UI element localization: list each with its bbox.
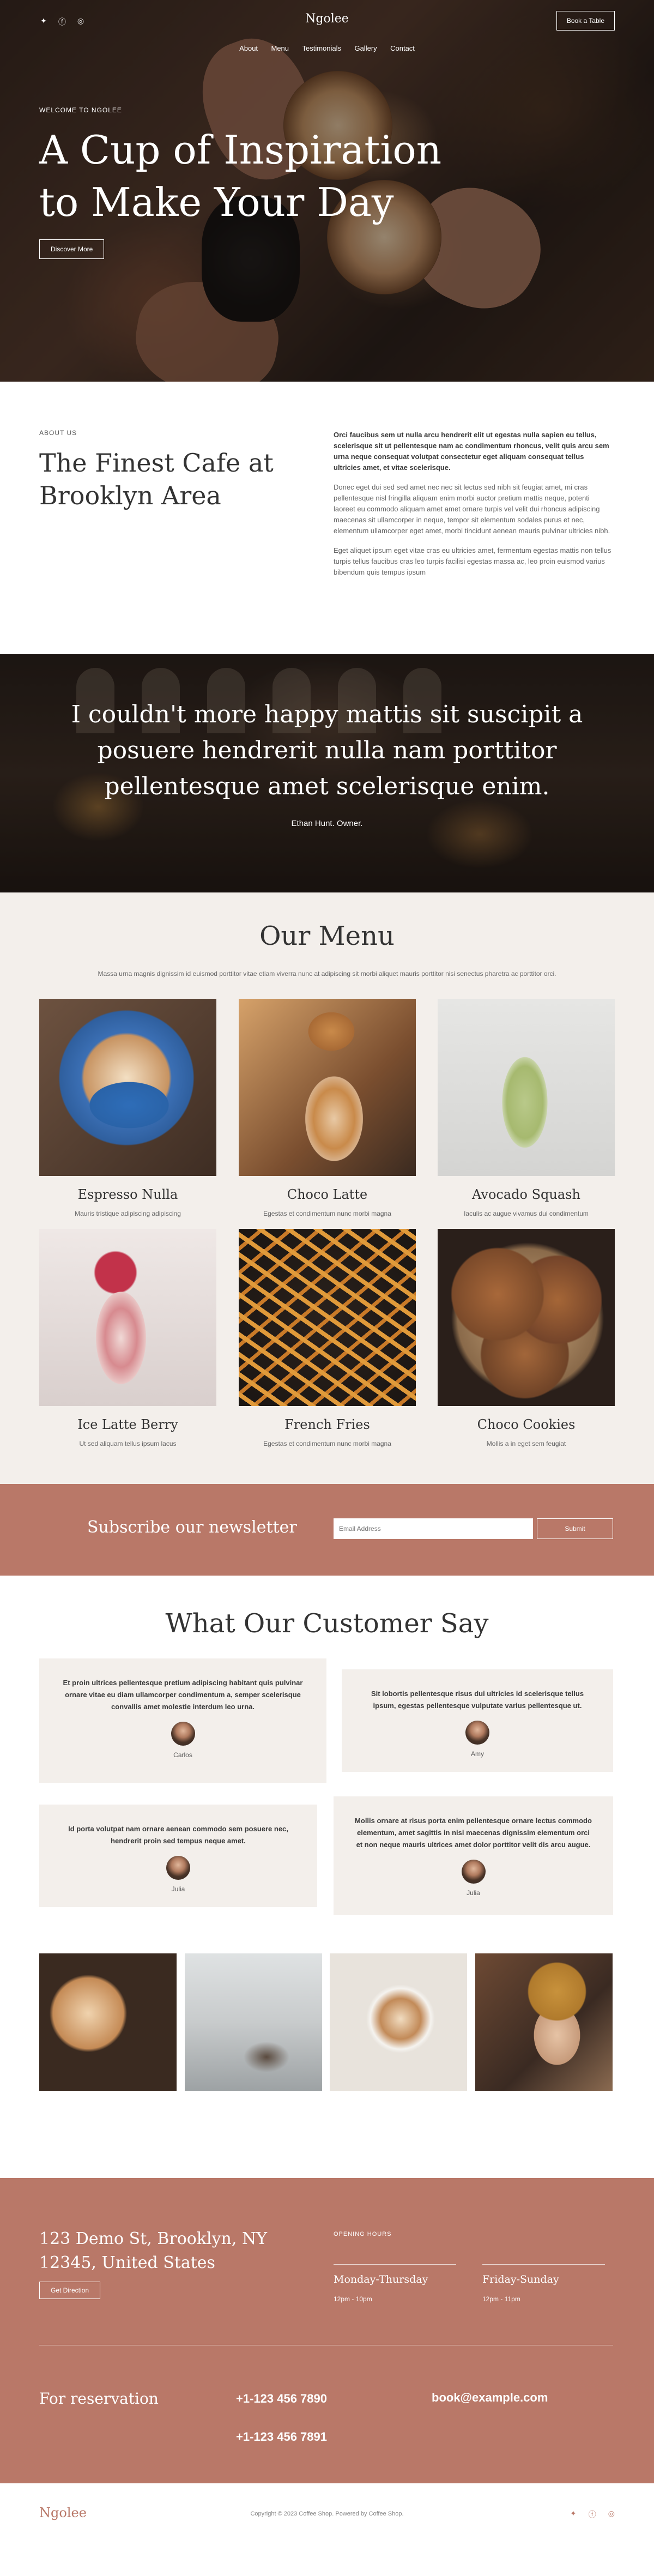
menu-subtitle: Massa urna magnis dignissim id euismod p… [98,970,556,978]
menu-item-name: Avocado Squash [472,1187,580,1202]
address: 123 Demo St, Brooklyn, NY 12345, United … [39,2229,268,2272]
nav-contact[interactable]: Contact [390,44,415,52]
testimonial-card: Et proin ultrices pellentesque pretium a… [39,1658,326,1783]
avatar [171,1722,195,1746]
quote-section: I couldn't more happy mattis sit suscipi… [0,654,654,892]
testimonial-text: Mollis ornare at risus porta enim pellen… [355,1817,592,1849]
book-table-button[interactable]: Book a Table [556,11,615,31]
menu-item[interactable]: Espresso Nulla Mauris tristique adipisci… [39,999,216,1217]
quote-text: I couldn't more happy mattis sit suscipi… [71,701,583,800]
newsletter-section: Subscribe our newsletter Submit [0,1484,654,1576]
about-body: Orci faucibus sem ut nulla arcu hendreri… [334,430,611,587]
about-paragraph: Orci faucibus sem ut nulla arcu hendreri… [334,431,609,472]
menu-item-name: French Fries [284,1417,370,1432]
menu-title: Our Menu [259,921,395,951]
menu-item[interactable]: Avocado Squash Iaculis ac augue vivamus … [438,999,615,1217]
email-field[interactable] [334,1518,533,1539]
hours-column: Monday-Thursday 12pm - 10pm [334,2264,456,2303]
facebook-icon[interactable]: ⓕ [589,2509,596,2520]
gallery-image[interactable] [330,1953,467,2091]
menu-item[interactable]: French Fries Egestas et condimentum nunc… [239,1229,416,1447]
avatar [465,1721,489,1745]
nav-gallery[interactable]: Gallery [354,44,377,52]
hours-day: Monday-Thursday [334,2273,428,2285]
menu-item[interactable]: Choco Latte Egestas et condimentum nunc … [239,999,416,1217]
testimonials-title: What Our Customer Say [165,1608,489,1639]
testimonials-section: What Our Customer Say Et proin ultrices … [0,1576,654,1925]
about-section: ABOUT US The Finest Cafe at Brooklyn Are… [0,382,654,654]
menu-item-desc: Egestas et condimentum nunc morbi magna [263,1440,391,1447]
reservation-label: For reservation [39,2390,159,2408]
hero-eyebrow: WELCOME TO NGOLEE [39,106,122,114]
ice-latte-berry-image [39,1229,216,1406]
nav-about[interactable]: About [239,44,258,52]
hours-time: 12pm - 10pm [334,2295,372,2303]
quote-author: Ethan Hunt. Owner. [291,819,363,828]
testimonial-name: Amy [471,1750,484,1758]
avocado-squash-image [438,999,615,1176]
testimonial-card: Id porta volutpat nam ornare aenean comm… [39,1805,317,1907]
menu-item-desc: Egestas et condimentum nunc morbi magna [263,1210,391,1217]
testimonial-card: Mollis ornare at risus porta enim pellen… [334,1796,613,1915]
contact-section: 123 Demo St, Brooklyn, NY 12345, United … [0,2178,654,2483]
discover-more-button[interactable]: Discover More [39,239,105,259]
menu-item[interactable]: Choco Cookies Mollis a in eget sem feugi… [438,1229,615,1447]
copyright: Copyright © 2023 Coffee Shop. Powered by… [250,2511,404,2517]
top-navigation: ✦ ⓕ ◎ Ngolee Book a Table About Menu Tes… [0,0,654,60]
hours-day: Friday-Sunday [482,2273,559,2285]
get-direction-button[interactable]: Get Direction [39,2282,101,2299]
about-heading-block: ABOUT US The Finest Cafe at Brooklyn Are… [39,429,301,512]
menu-item-name: Choco Cookies [477,1417,576,1432]
testimonial-text: Sit lobortis pellentesque risus dui ultr… [371,1690,584,1710]
gallery-image[interactable] [185,1953,322,2091]
choco-cookies-image [438,1229,615,1406]
testimonial-name: Julia [467,1889,480,1897]
menu-item-name: Ice Latte Berry [77,1417,178,1432]
gallery-section [0,1925,654,2178]
avatar [166,1856,190,1880]
hero-section: ✦ ⓕ ◎ Ngolee Book a Table About Menu Tes… [0,0,654,382]
testimonial-text: Id porta volutpat nam ornare aenean comm… [68,1825,288,1845]
testimonial-name: Julia [171,1885,185,1893]
about-paragraph: Eget aliquet ipsum eget vitae cras eu ul… [334,546,611,576]
email-link[interactable]: book@example.com [432,2391,548,2405]
testimonial-card: Sit lobortis pellentesque risus dui ultr… [342,1669,613,1772]
footer: Ngolee Copyright © 2023 Coffee Shop. Pow… [0,2483,654,2576]
menu-item-name: Choco Latte [287,1187,368,1202]
phone-link[interactable]: +1-123 456 7890 [236,2392,327,2406]
submit-button[interactable]: Submit [537,1518,613,1539]
main-nav: About Menu Testimonials Gallery Contact [0,44,654,53]
menu-item-desc: Mollis a in eget sem feugiat [486,1440,566,1447]
menu-item-desc: Ut sed aliquam tellus ipsum lacus [79,1440,177,1447]
newsletter-title: Subscribe our newsletter [87,1518,297,1537]
twitter-icon[interactable]: ✦ [570,2509,577,2520]
testimonial-name: Carlos [173,1751,192,1759]
opening-hours-label: OPENING HOURS [334,2231,392,2237]
hero-title: A Cup of Inspiration to Make Your Day [39,127,442,225]
menu-item-name: Espresso Nulla [77,1187,178,1202]
about-paragraph: Donec eget dui sed sed amet nec nec sit … [334,483,610,535]
footer-socials: ✦ ⓕ ◎ [570,2509,615,2520]
gallery-image[interactable] [39,1953,177,2091]
gallery-image[interactable] [475,1953,613,2091]
french-fries-image [239,1229,416,1406]
nav-menu[interactable]: Menu [271,44,289,52]
menu-item-desc: Mauris tristique adipiscing adipiscing [75,1210,181,1217]
about-title: The Finest Cafe at Brooklyn Area [39,448,274,510]
espresso-image [39,999,216,1176]
hero-content: WELCOME TO NGOLEE A Cup of Inspiration t… [39,106,475,259]
phone-link[interactable]: +1-123 456 7891 [236,2430,327,2444]
menu-section: Our Menu Massa urna magnis dignissim id … [0,892,654,1484]
hours-column: Friday-Sunday 12pm - 11pm [482,2264,605,2303]
avatar [461,1860,486,1884]
menu-item-desc: Iaculis ac augue vivamus dui condimentum [464,1210,589,1217]
choco-latte-image [239,999,416,1176]
hours-time: 12pm - 11pm [482,2295,520,2303]
about-eyebrow: ABOUT US [39,429,77,437]
instagram-icon[interactable]: ◎ [608,2509,615,2520]
testimonial-text: Et proin ultrices pellentesque pretium a… [63,1679,303,1711]
nav-testimonials[interactable]: Testimonials [302,44,341,52]
menu-item[interactable]: Ice Latte Berry Ut sed aliquam tellus ip… [39,1229,216,1447]
